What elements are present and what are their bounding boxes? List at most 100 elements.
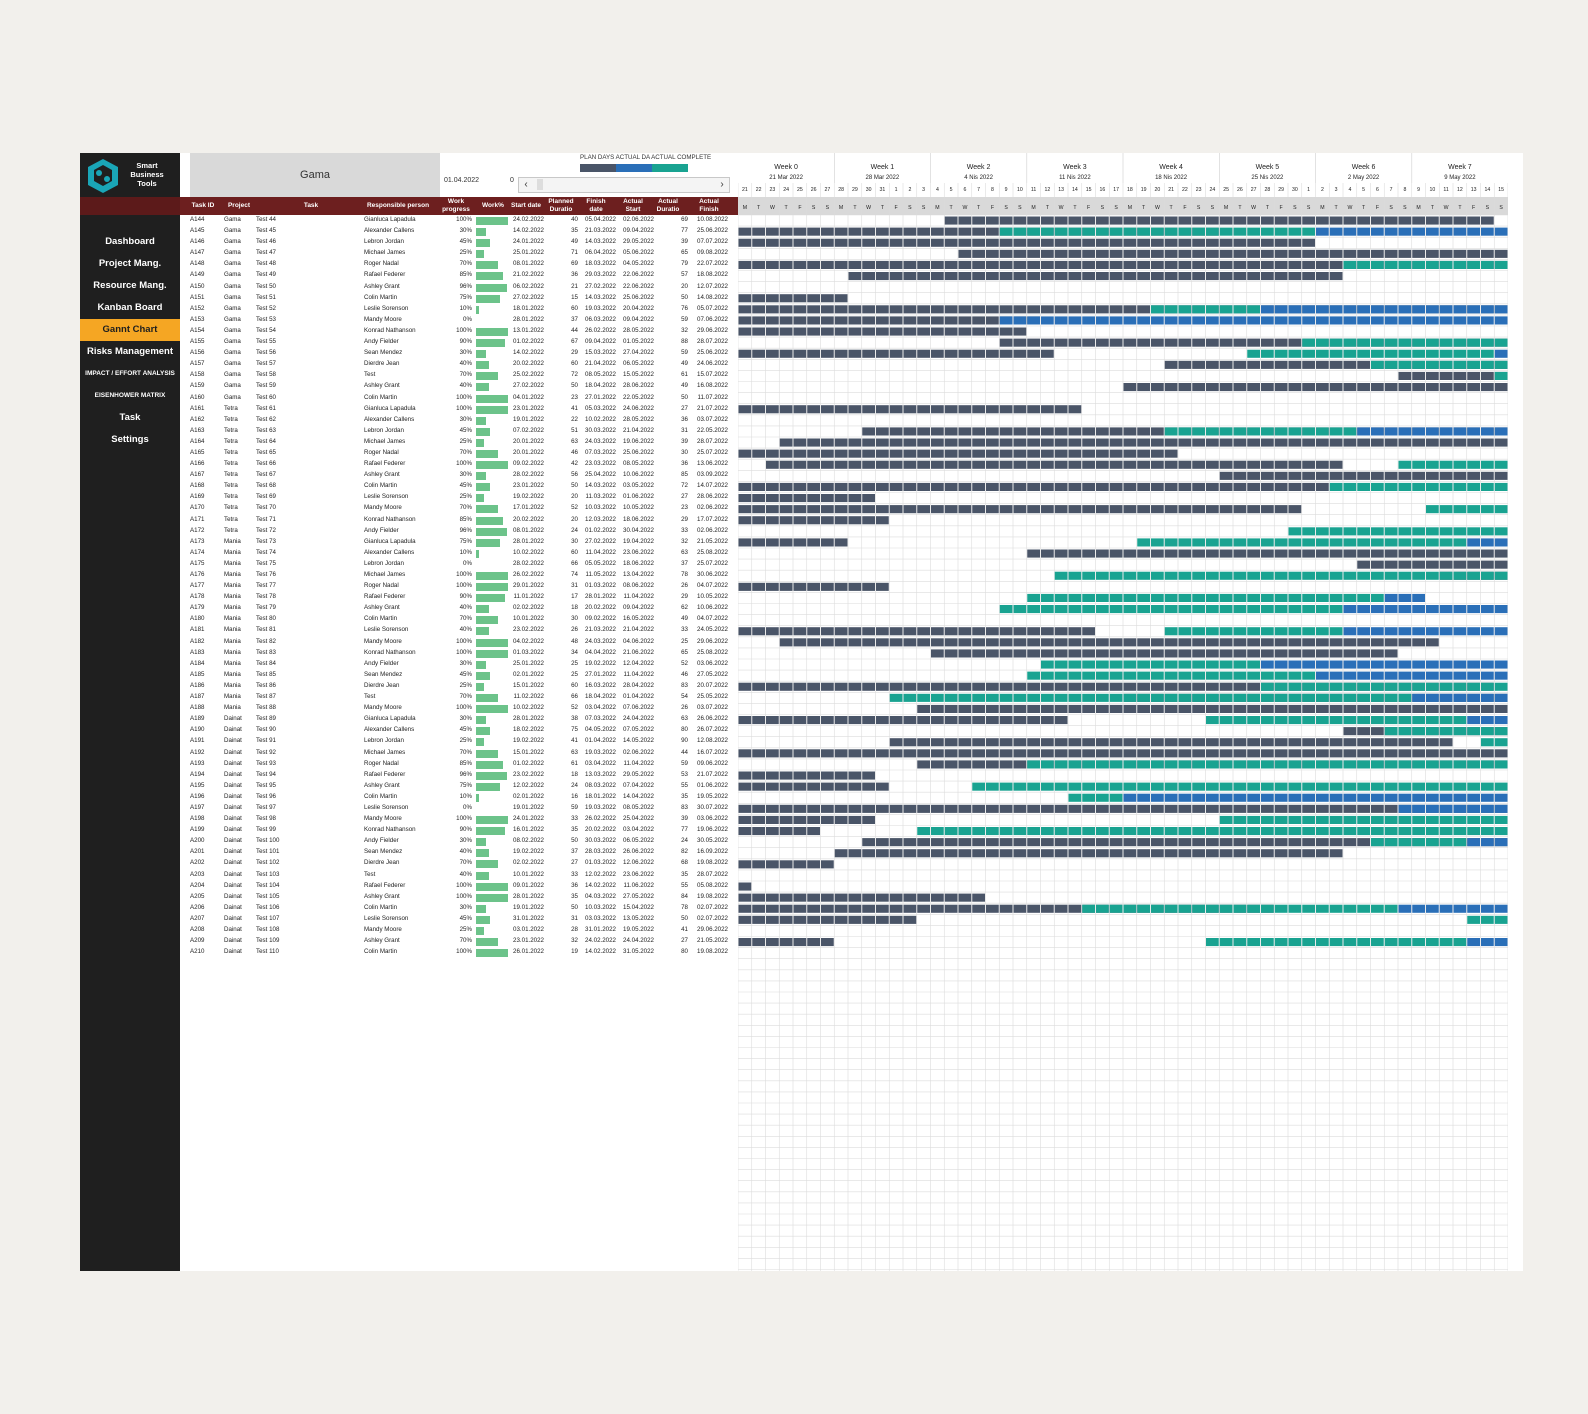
table-row[interactable]: A150 Gama Test 50 Ashley Grant 96% 06.02.2022… [180, 282, 738, 293]
table-row[interactable]: A183 Mania Test 83 Konrad Nathanson 100% 01.0… [180, 648, 738, 659]
table-row[interactable]: A172 Tetra Test 72 Andy Fielder 96% 08.01.202… [180, 526, 738, 537]
table-row[interactable]: A151 Gama Test 51 Colin Martin 75% 27.02.2022… [180, 293, 738, 304]
table-row[interactable]: A191 Dainat Test 91 Lebron Jordan 25% 19.02.2… [180, 736, 738, 747]
table-row[interactable]: A169 Tetra Test 69 Leslie Sorenson 25% 19.02.… [180, 492, 738, 503]
table-row[interactable]: A171 Tetra Test 71 Konrad Nathanson 85% 20.02… [180, 515, 738, 526]
column-header-1[interactable]: Project [222, 197, 256, 215]
table-row[interactable]: A181 Mania Test 81 Leslie Sorenson 40% 23.02.… [180, 625, 738, 636]
table-row[interactable]: A207 Dainat Test 107 Leslie Sorenson 45% 31.0… [180, 914, 738, 925]
table-row[interactable]: A201 Dainat Test 101 Sean Mendez 40% 19.02.20… [180, 847, 738, 858]
table-row[interactable]: A208 Dainat Test 108 Mandy Moore 25% 03.01.20… [180, 925, 738, 936]
table-row[interactable]: A145 Gama Test 45 Alexander Callens 30% 14.02… [180, 226, 738, 237]
table-row[interactable]: A144 Gama Test 44 Gianluca Lapadula 100% 24.0… [180, 215, 738, 226]
table-row[interactable]: A158 Gama Test 58 Test 70% 25.02.2022 72 08.05.… [180, 370, 738, 381]
table-row[interactable]: A155 Gama Test 55 Andy Fielder 90% 01.02.2022… [180, 337, 738, 348]
column-header-9[interactable]: Actual Start [616, 197, 650, 215]
table-row[interactable]: A161 Tetra Test 61 Gianluca Lapadula 100% 23.… [180, 404, 738, 415]
table-row[interactable]: A146 Gama Test 46 Lebron Jordan 45% 24.01.202… [180, 237, 738, 248]
table-row[interactable]: A170 Tetra Test 70 Mandy Moore 70% 17.01.2022… [180, 503, 738, 514]
column-header-4[interactable]: Work progress [438, 197, 474, 215]
table-row[interactable]: A206 Dainat Test 106 Colin Martin 30% 19.01.2… [180, 903, 738, 914]
table-row[interactable]: A165 Tetra Test 65 Roger Nadal 70% 20.01.2022… [180, 448, 738, 459]
table-row[interactable]: A177 Mania Test 77 Roger Nadal 100% 29.01.202… [180, 581, 738, 592]
table-row[interactable]: A185 Mania Test 85 Sean Mendez 45% 02.01.2022… [180, 670, 738, 681]
table-row[interactable]: A184 Mania Test 84 Andy Fielder 30% 25.01.202… [180, 659, 738, 670]
table-row[interactable]: A193 Dainat Test 93 Roger Nadal 85% 01.02.202… [180, 759, 738, 770]
plan-bar [1439, 749, 1453, 758]
table-row[interactable]: A167 Tetra Test 67 Ashley Grant 30% 28.02.202… [180, 470, 738, 481]
table-row[interactable]: A204 Dainat Test 104 Rafael Federer 100% 09.0… [180, 881, 738, 892]
table-row[interactable]: A178 Mania Test 78 Rafael Federer 90% 11.01.2… [180, 592, 738, 603]
table-row[interactable]: A200 Dainat Test 100 Andy Fielder 30% 08.02.2… [180, 836, 738, 847]
column-header-6[interactable]: Start date [510, 197, 542, 215]
table-row[interactable]: A179 Mania Test 79 Ashley Grant 40% 02.02.202… [180, 603, 738, 614]
nav-risks-management[interactable]: Risks Management [80, 341, 180, 363]
column-header-0[interactable]: Task ID [188, 197, 218, 215]
column-header-3[interactable]: Responsible person [360, 197, 436, 215]
table-row[interactable]: A192 Dainat Test 92 Michael James 70% 15.01.2… [180, 748, 738, 759]
table-row[interactable]: A194 Dainat Test 94 Rafael Federer 96% 23.02.… [180, 770, 738, 781]
column-header-2[interactable]: Task [296, 197, 326, 215]
table-row[interactable]: A190 Dainat Test 90 Alexander Callens 45% 18.… [180, 725, 738, 736]
table-row[interactable]: A180 Mania Test 80 Colin Martin 70% 10.01.202… [180, 614, 738, 625]
table-row[interactable]: A188 Mania Test 88 Mandy Moore 100% 10.02.202… [180, 703, 738, 714]
nav-project-mang[interactable]: Project Mang. [80, 253, 180, 275]
offset-field[interactable]: 0 [510, 177, 514, 184]
table-row[interactable]: A154 Gama Test 54 Konrad Nathanson 100% 13.01… [180, 326, 738, 337]
nav-impact-effort[interactable]: IMPACT / EFFORT ANALYSIS [80, 363, 180, 385]
actual-complete-bar [1453, 527, 1467, 536]
table-row[interactable]: A189 Dainat Test 89 Gianluca Lapadula 30% 28.… [180, 714, 738, 725]
table-row[interactable]: A173 Mania Test 73 Gianluca Lapadula 75% 28.0… [180, 537, 738, 548]
column-header-7[interactable]: Planned Duratio [544, 197, 578, 215]
table-row[interactable]: A202 Dainat Test 102 Dierdre Jean 70% 02.02.2… [180, 858, 738, 869]
table-row[interactable]: A186 Mania Test 86 Dierdre Jean 25% 15.01.202… [180, 681, 738, 692]
table-row[interactable]: A182 Mania Test 82 Mandy Moore 100% 04.02.202… [180, 637, 738, 648]
table-row[interactable]: A175 Mania Test 75 Lebron Jordan 0% 28.02.202… [180, 559, 738, 570]
plan-bar [1137, 449, 1150, 458]
table-row[interactable]: A210 Dainat Test 110 Colin Martin 100% 26.01.… [180, 947, 738, 958]
nav-kanban-board[interactable]: Kanban Board [80, 297, 180, 319]
column-header-11[interactable]: Actual Finish [690, 197, 728, 215]
table-row[interactable]: A205 Dainat Test 105 Ashley Grant 100% 28.01.… [180, 892, 738, 903]
nav-task[interactable]: Task [80, 407, 180, 429]
table-row[interactable]: A187 Mania Test 87 Test 70% 11.02.2022 66 18.04… [180, 692, 738, 703]
table-row[interactable]: A159 Gama Test 59 Ashley Grant 40% 27.02.2022… [180, 381, 738, 392]
table-row[interactable]: A196 Dainat Test 96 Colin Martin 10% 02.01.20… [180, 792, 738, 803]
table-row[interactable]: A203 Dainat Test 103 Test 40% 10.01.2022 33 12.… [180, 870, 738, 881]
table-row[interactable]: A157 Gama Test 57 Dierdre Jean 40% 20.02.2022… [180, 359, 738, 370]
table-row[interactable]: A166 Tetra Test 66 Rafael Federer 100% 09.02.… [180, 459, 738, 470]
table-row[interactable]: A163 Tetra Test 63 Lebron Jordan 45% 07.02.20… [180, 426, 738, 437]
table-row[interactable]: A148 Gama Test 48 Roger Nadal 70% 08.01.2022 6… [180, 259, 738, 270]
table-row[interactable]: A197 Dainat Test 97 Leslie Sorenson 0% 19.01.… [180, 803, 738, 814]
actual-start: 24.06.2022 [623, 404, 654, 412]
start-date-field[interactable]: 01.04.2022 [444, 177, 479, 184]
table-row[interactable]: A199 Dainat Test 99 Konrad Nathanson 90% 16.0… [180, 825, 738, 836]
column-header-5[interactable]: Work% [476, 197, 510, 215]
plan-bar [931, 649, 944, 658]
table-row[interactable]: A149 Gama Test 49 Rafael Federer 85% 21.02.20… [180, 270, 738, 281]
table-row[interactable]: A147 Gama Test 47 Michael James 25% 25.01.202… [180, 248, 738, 259]
table-row[interactable]: A153 Gama Test 53 Mandy Moore 0% 28.01.2022 37… [180, 315, 738, 326]
timeline-scrollbar[interactable]: ‹ › [518, 177, 730, 193]
table-row[interactable]: A160 Gama Test 60 Colin Martin 100% 04.01.202… [180, 393, 738, 404]
nav-eisenhower[interactable]: EISENHOWER MATRIX [80, 385, 180, 407]
scroll-thumb[interactable] [537, 179, 543, 190]
column-header-10[interactable]: Actual Duratio [650, 197, 686, 215]
nav-gannt-chart[interactable]: Gannt Chart [80, 319, 180, 341]
table-row[interactable]: A156 Gama Test 56 Sean Mendez 30% 14.02.2022 2… [180, 348, 738, 359]
table-row[interactable]: A162 Tetra Test 62 Alexander Callens 30% 19.0… [180, 415, 738, 426]
column-header-8[interactable]: Finish date [580, 197, 612, 215]
table-row[interactable]: A168 Tetra Test 68 Colin Martin 45% 23.01.202… [180, 481, 738, 492]
table-row[interactable]: A164 Tetra Test 64 Michael James 25% 20.01.20… [180, 437, 738, 448]
nav-resource-mang[interactable]: Resource Mang. [80, 275, 180, 297]
nav-dashboard[interactable]: Dashboard [80, 231, 180, 253]
table-row[interactable]: A198 Dainat Test 98 Mandy Moore 100% 24.01.20… [180, 814, 738, 825]
table-row[interactable]: A152 Gama Test 52 Leslie Sorenson 10% 18.01.2… [180, 304, 738, 315]
table-row[interactable]: A176 Mania Test 76 Michael James 100% 26.02.2… [180, 570, 738, 581]
scroll-left-icon[interactable]: ‹ [519, 178, 533, 192]
table-row[interactable]: A174 Mania Test 74 Alexander Callens 10% 10.0… [180, 548, 738, 559]
table-row[interactable]: A195 Dainat Test 95 Ashley Grant 75% 12.02.20… [180, 781, 738, 792]
table-row[interactable]: A209 Dainat Test 109 Ashley Grant 70% 23.01.2… [180, 936, 738, 947]
nav-settings[interactable]: Settings [80, 429, 180, 451]
scroll-right-icon[interactable]: › [715, 178, 729, 192]
